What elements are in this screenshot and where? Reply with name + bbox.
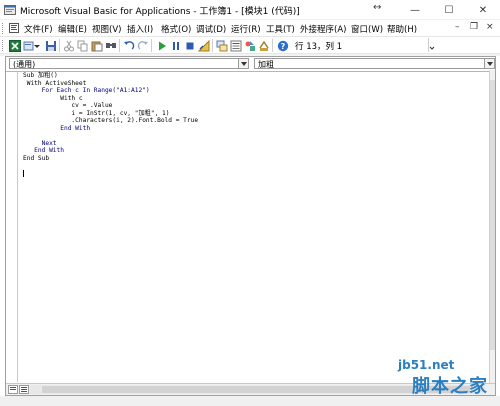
- paste-icon[interactable]: [90, 39, 103, 52]
- insert-dropdown-icon[interactable]: [33, 39, 40, 52]
- toolbar-separator: [272, 39, 273, 52]
- menu-addins[interactable]: 外接程序(A): [300, 23, 346, 35]
- mdi-close-button[interactable]: ×: [486, 22, 494, 32]
- code-line[interactable]: .Characters(i, 2).Font.Bold = True: [23, 117, 198, 125]
- redo-icon[interactable]: [136, 39, 149, 52]
- project-explorer-icon[interactable]: [215, 39, 228, 52]
- mdi-minimize-button[interactable]: –: [455, 22, 460, 32]
- mdi-restore-button[interactable]: ❐: [470, 22, 478, 32]
- menu-debug[interactable]: 调试(D): [196, 23, 226, 35]
- code-window: (通用) 加粗 Sub 加粗() With ActiveSheet For Ea…: [5, 56, 496, 396]
- close-button[interactable]: ✕: [466, 0, 500, 20]
- menu-insert[interactable]: 插入(I): [127, 23, 153, 35]
- code-line[interactable]: End With: [23, 125, 198, 133]
- undo-icon[interactable]: [122, 39, 135, 52]
- chevron-down-icon[interactable]: [484, 59, 494, 68]
- view-excel-icon[interactable]: [8, 39, 21, 52]
- cut-icon[interactable]: [62, 39, 75, 52]
- toolbox-icon[interactable]: [257, 39, 270, 52]
- code-line[interactable]: [23, 162, 198, 170]
- toolbar-overflow-button[interactable]: [428, 38, 435, 52]
- code-line[interactable]: For Each c In Range("A1:A12"): [23, 87, 198, 95]
- menu-bar: 文件(F) 编辑(E) 视图(V) 插入(I) 格式(O) 调试(D) 运行(R…: [0, 20, 500, 37]
- vertical-scroll-thumb[interactable]: [490, 80, 495, 350]
- code-editor[interactable]: Sub 加粗() With ActiveSheet For Each c In …: [6, 71, 489, 382]
- menu-window[interactable]: 窗口(W): [351, 23, 383, 35]
- properties-window-icon[interactable]: [229, 39, 242, 52]
- svg-text:?: ?: [280, 42, 285, 51]
- object-combo-value: (通用): [13, 60, 36, 69]
- cursor-position-label: 行 13，列 1: [295, 42, 343, 52]
- code-line[interactable]: [23, 132, 198, 140]
- resize-arrows-icon: ↔: [373, 2, 382, 13]
- horizontal-scroll-thumb[interactable]: [42, 386, 470, 393]
- run-icon[interactable]: [155, 39, 168, 52]
- code-line[interactable]: cv = .Value: [23, 102, 198, 110]
- watermark-logo: 脚本之家: [412, 376, 488, 397]
- text-caret: [23, 170, 24, 177]
- watermark-url: jb51.net: [398, 358, 455, 372]
- code-line[interactable]: End Sub: [23, 155, 198, 163]
- minimize-button[interactable]: —: [398, 0, 432, 20]
- code-text[interactable]: Sub 加粗() With ActiveSheet For Each c In …: [23, 72, 198, 170]
- help-icon[interactable]: ?: [276, 39, 289, 52]
- menu-edit[interactable]: 编辑(E): [58, 23, 87, 35]
- maximize-button[interactable]: ☐: [432, 0, 466, 20]
- menu-tools[interactable]: 工具(T): [266, 23, 295, 35]
- code-line[interactable]: With c: [23, 95, 198, 103]
- copy-icon[interactable]: [76, 39, 89, 52]
- chevron-down-icon[interactable]: [238, 59, 248, 68]
- toolbar-grip[interactable]: [2, 40, 5, 51]
- menu-grip[interactable]: [2, 23, 5, 34]
- vertical-scrollbar[interactable]: [489, 70, 495, 384]
- margin-indicator-bar[interactable]: [6, 72, 18, 382]
- procedure-combo[interactable]: 加粗: [254, 58, 495, 69]
- reset-icon[interactable]: [183, 39, 196, 52]
- toolbar-separator: [151, 39, 152, 52]
- object-browser-icon[interactable]: [243, 39, 256, 52]
- standard-toolbar: ? 行 13，列 1: [0, 37, 500, 54]
- design-mode-icon[interactable]: [197, 39, 210, 52]
- menu-help[interactable]: 帮助(H): [387, 23, 417, 35]
- code-line[interactable]: With ActiveSheet: [23, 80, 198, 88]
- code-line[interactable]: Next: [23, 140, 198, 148]
- break-icon[interactable]: [169, 39, 182, 52]
- menu-view[interactable]: 视图(V): [92, 23, 121, 35]
- title-bar: Microsoft Visual Basic for Applications …: [0, 0, 500, 20]
- code-line[interactable]: i = InStr(1, cv, "加粗", 1): [23, 110, 198, 118]
- code-line[interactable]: End With: [23, 147, 198, 155]
- window-title: Microsoft Visual Basic for Applications …: [20, 7, 300, 17]
- toolbar-separator: [119, 39, 120, 52]
- save-icon[interactable]: [44, 39, 57, 52]
- object-combo[interactable]: (通用): [9, 58, 249, 69]
- code-window-combos: (通用) 加粗: [6, 57, 495, 70]
- toolbar-separator: [212, 39, 213, 52]
- full-module-view-button[interactable]: [19, 385, 29, 394]
- menu-run[interactable]: 运行(R): [231, 23, 261, 35]
- vba-app-icon: [4, 5, 16, 15]
- find-icon[interactable]: [104, 39, 117, 52]
- procedure-combo-value: 加粗: [258, 60, 274, 69]
- code-line[interactable]: Sub 加粗(): [23, 72, 198, 80]
- menu-file[interactable]: 文件(F): [24, 23, 53, 35]
- toolbar-separator: [59, 39, 60, 52]
- menu-format[interactable]: 格式(O): [161, 23, 191, 35]
- module-window-icon[interactable]: [8, 22, 20, 34]
- procedure-view-button[interactable]: [8, 385, 18, 394]
